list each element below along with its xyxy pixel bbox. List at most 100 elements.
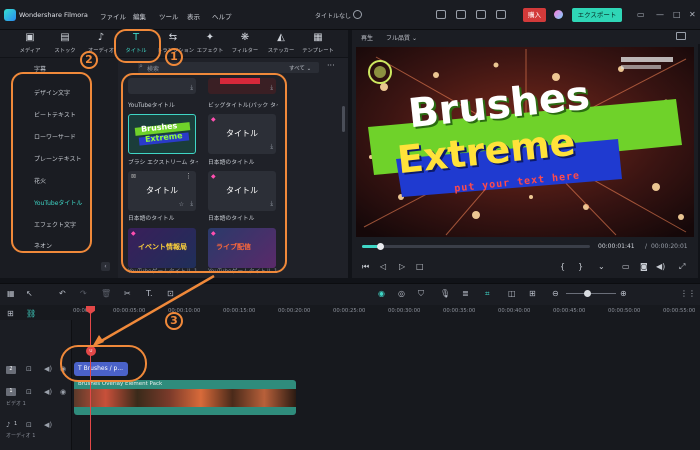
chevron-down-icon: ⌄ — [306, 66, 312, 72]
frame-back-icon[interactable]: ◁ — [380, 262, 386, 271]
microphone-icon[interactable]: 🎙 — [440, 289, 450, 298]
layout-grid-icon[interactable]: ▦ — [7, 289, 15, 298]
fullscreen-icon[interactable]: ⤢ — [679, 262, 685, 272]
menu-edit[interactable]: 編集 — [133, 11, 146, 21]
menu-view[interactable]: 表示 — [187, 11, 200, 21]
audio-icon: ♪ — [97, 32, 105, 43]
ruler-tick: 00:00:20:00 — [278, 308, 311, 314]
ruler-tick: 00:00:25:00 — [333, 308, 366, 314]
snapshot-icon[interactable] — [676, 32, 686, 40]
app-name: Wondershare Filmora — [19, 11, 88, 19]
display-icon[interactable]: ▭ — [622, 262, 630, 271]
ruler-tick: 00:00:30:00 — [388, 308, 421, 314]
volume-icon[interactable]: ◀) — [656, 262, 665, 271]
menu-file[interactable]: ファイル — [100, 11, 126, 21]
lock-icon[interactable]: ⊡ — [26, 421, 32, 429]
zoom-out-icon[interactable]: ⊖ — [552, 289, 559, 298]
settings-icon[interactable]: ⋮⋮ — [680, 289, 696, 298]
visibility-icon[interactable]: ◉ — [60, 388, 66, 396]
purchase-button[interactable]: 購入 — [523, 8, 546, 22]
more-options-icon[interactable]: ··· — [327, 61, 335, 70]
filmora-logo-icon — [4, 9, 16, 21]
gift-icon[interactable] — [496, 10, 506, 19]
annotation-1: 1 — [165, 48, 183, 66]
menu-help[interactable]: ヘルプ — [212, 11, 232, 21]
search-icon: ⌕ — [139, 62, 143, 70]
shield-icon[interactable]: ⛉ — [418, 289, 424, 299]
total-time: 00:00:20:01 — [651, 243, 688, 250]
snap-icon[interactable]: ⌗ — [485, 289, 490, 299]
step-back-icon[interactable]: ⏮ — [362, 262, 369, 272]
lock-icon[interactable]: ⊡ — [26, 365, 32, 373]
motion-icon[interactable]: ◎ — [398, 289, 405, 298]
video-clip-filmstrip — [74, 389, 296, 407]
tab-templates[interactable]: ▦ テンプレート — [302, 31, 334, 56]
audio-track-note-icon: ♪ — [6, 421, 11, 429]
ruler-tick: 00:00:35:00 — [443, 308, 476, 314]
ruler-tick: 00:00:55:00 — [663, 308, 696, 314]
dropdown-icon[interactable]: ⌄ — [598, 262, 605, 271]
maximize-icon[interactable]: □ — [673, 10, 681, 19]
highlight-title-tab — [114, 29, 161, 63]
mute-icon[interactable]: ◀) — [44, 365, 52, 373]
redo-icon[interactable]: ↷ — [80, 289, 87, 298]
marker-icon[interactable]: ◫ — [508, 289, 516, 298]
close-icon[interactable]: ✕ — [689, 10, 696, 19]
tab-filters[interactable]: ❋ フィルター — [229, 31, 261, 56]
tab-stock[interactable]: ▤ ストック — [49, 31, 81, 56]
mute-icon[interactable]: ◀) — [44, 388, 52, 396]
zoom-slider[interactable] — [566, 293, 616, 294]
search-placeholder: 検索 — [147, 66, 160, 73]
ruler-tick: 00:00:15:00 — [223, 308, 256, 314]
annotation-2: 2 — [80, 51, 98, 69]
ruler-tick: 00:00:45:00 — [553, 308, 586, 314]
undo-icon[interactable]: ↶ — [59, 289, 66, 298]
highlight-title-clip — [60, 345, 147, 382]
mark-in-icon[interactable]: { — [560, 262, 565, 271]
export-button[interactable]: エクスポート — [572, 8, 622, 22]
chevron-down-icon: ⌄ — [411, 35, 417, 42]
mute-icon[interactable]: ◀) — [44, 421, 52, 429]
play-icon[interactable]: ▷ — [399, 262, 405, 271]
link-icon[interactable]: ⛓ — [26, 309, 36, 318]
quality-value: フル品質 — [386, 35, 411, 42]
tab-stickers[interactable]: ◭ ステッカー — [265, 31, 297, 56]
playback-label: 再生 — [361, 35, 374, 42]
highlight-category-list — [11, 72, 92, 253]
audio-track-num: 1 — [14, 421, 18, 427]
auto-highlight-icon[interactable]: ◉ — [378, 289, 385, 298]
current-time: 00:00:01:41 — [598, 243, 635, 250]
progress-track[interactable] — [362, 245, 590, 248]
track-2-icon: 2 — [6, 366, 16, 374]
restore-icon[interactable]: ▭ — [637, 10, 645, 19]
camera-icon[interactable]: ◙ — [640, 262, 648, 271]
filter-value: すべて — [289, 66, 305, 72]
monitor-icon[interactable] — [436, 10, 446, 19]
media-icon: ▣ — [25, 32, 35, 43]
sticker-icon: ◭ — [277, 32, 285, 43]
mark-out-icon[interactable]: } — [578, 262, 583, 271]
save-icon[interactable] — [476, 10, 486, 19]
zoom-in-icon[interactable]: ⊕ — [620, 289, 627, 298]
menu-tools[interactable]: ツール — [159, 11, 179, 21]
tab-media[interactable]: ▣ メディア — [14, 31, 46, 56]
avatar[interactable] — [554, 10, 563, 19]
search-input[interactable] — [138, 62, 306, 73]
audio-track-label: オーディオ 1 — [6, 433, 36, 439]
zoom-slider-handle[interactable] — [584, 290, 591, 297]
layout-icon[interactable] — [456, 10, 466, 19]
minimize-icon[interactable]: — — [656, 10, 664, 19]
library-scrollbar[interactable] — [342, 106, 345, 132]
tab-effects[interactable]: ✦ エフェクト — [194, 31, 226, 56]
select-tool-icon[interactable]: ↖ — [26, 289, 33, 298]
audio-list-icon[interactable]: ≣ — [462, 289, 469, 298]
filter-dropdown[interactable]: すべて ⌄ — [285, 62, 319, 73]
stock-icon: ▤ — [60, 32, 70, 43]
fit-icon[interactable]: ⊞ — [529, 289, 536, 298]
video-clip[interactable]: Brushes Overlay Element Pack — [74, 380, 296, 415]
quality-dropdown[interactable]: フル品質 ⌄ — [386, 33, 417, 42]
lock-icon[interactable]: ⊡ — [26, 388, 32, 396]
ruler-tick: 00:00:50:00 — [608, 308, 641, 314]
stop-icon[interactable]: □ — [416, 262, 424, 271]
add-track-icon[interactable]: ⊞ — [7, 309, 14, 318]
